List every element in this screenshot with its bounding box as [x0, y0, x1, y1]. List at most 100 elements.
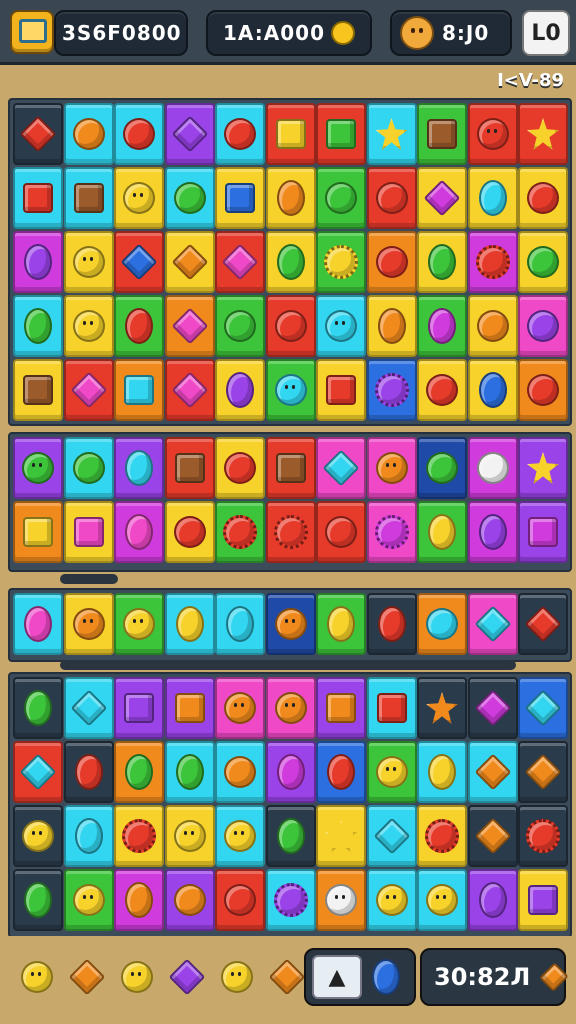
game-tile[interactable] — [265, 231, 316, 293]
game-tile[interactable] — [316, 103, 366, 165]
game-tile[interactable] — [518, 741, 568, 803]
game-tile[interactable] — [265, 167, 316, 229]
game-tile[interactable] — [417, 869, 467, 931]
game-tile[interactable] — [114, 677, 164, 739]
game-tile[interactable] — [63, 501, 114, 563]
game-tile[interactable] — [164, 593, 215, 655]
game-tile[interactable] — [63, 167, 114, 229]
game-tile[interactable] — [467, 295, 518, 357]
game-tile[interactable] — [164, 805, 215, 867]
game-tile[interactable] — [114, 437, 164, 499]
game-tile[interactable] — [518, 501, 568, 563]
game-tile[interactable] — [467, 805, 518, 867]
game-tile[interactable] — [13, 103, 63, 165]
game-tile[interactable] — [518, 167, 568, 229]
game-tile[interactable] — [63, 231, 114, 293]
game-tile[interactable] — [13, 501, 63, 563]
tray-gem[interactable] — [214, 954, 260, 1000]
game-tile[interactable] — [114, 359, 164, 421]
game-tile[interactable] — [164, 359, 215, 421]
game-tile[interactable] — [467, 869, 518, 931]
game-tile[interactable] — [417, 677, 467, 739]
game-tile[interactable] — [366, 677, 417, 739]
game-tile[interactable] — [63, 359, 114, 421]
game-tile[interactable] — [366, 805, 417, 867]
game-tile[interactable] — [265, 103, 316, 165]
game-tile[interactable] — [417, 741, 467, 803]
booster-blue-gem-icon[interactable] — [372, 959, 400, 995]
game-tile[interactable] — [417, 231, 467, 293]
game-tile[interactable] — [215, 359, 265, 421]
game-tile[interactable] — [215, 231, 265, 293]
game-tile[interactable] — [13, 295, 63, 357]
game-tile[interactable] — [215, 103, 265, 165]
game-tile[interactable] — [366, 359, 417, 421]
game-tile[interactable] — [467, 231, 518, 293]
tray-gem[interactable] — [14, 954, 60, 1000]
game-tile[interactable] — [467, 359, 518, 421]
game-tile[interactable] — [265, 677, 316, 739]
game-tile[interactable] — [63, 103, 114, 165]
game-tile[interactable] — [265, 805, 316, 867]
game-tile[interactable] — [63, 741, 114, 803]
game-tile[interactable] — [265, 741, 316, 803]
game-tile[interactable] — [366, 167, 417, 229]
game-tile[interactable] — [63, 593, 114, 655]
game-tile[interactable] — [518, 437, 568, 499]
game-tile[interactable] — [114, 805, 164, 867]
game-tile[interactable] — [63, 869, 114, 931]
game-tile[interactable] — [13, 167, 63, 229]
tray-gem[interactable] — [64, 954, 110, 1000]
game-tile[interactable] — [265, 593, 316, 655]
game-tile[interactable] — [164, 501, 215, 563]
game-tile[interactable] — [316, 677, 366, 739]
game-tile[interactable] — [114, 593, 164, 655]
game-tile[interactable] — [265, 295, 316, 357]
game-tile[interactable] — [63, 805, 114, 867]
game-tile[interactable] — [366, 437, 417, 499]
game-tile[interactable] — [13, 359, 63, 421]
game-tile[interactable] — [164, 869, 215, 931]
game-tile[interactable] — [13, 677, 63, 739]
game-tile[interactable] — [215, 167, 265, 229]
game-tile[interactable] — [114, 501, 164, 563]
game-tile[interactable] — [265, 359, 316, 421]
game-tile[interactable] — [417, 501, 467, 563]
game-tile[interactable] — [316, 231, 366, 293]
game-tile[interactable] — [13, 805, 63, 867]
game-tile[interactable] — [114, 295, 164, 357]
game-tile[interactable] — [518, 295, 568, 357]
game-tile[interactable] — [215, 593, 265, 655]
game-tile[interactable] — [164, 295, 215, 357]
game-tile[interactable] — [316, 869, 366, 931]
game-tile[interactable] — [366, 103, 417, 165]
game-tile[interactable] — [467, 167, 518, 229]
game-tile[interactable] — [417, 805, 467, 867]
game-tile[interactable] — [164, 741, 215, 803]
game-tile[interactable] — [114, 167, 164, 229]
game-tile[interactable] — [13, 869, 63, 931]
game-tile[interactable] — [316, 501, 366, 563]
game-tile[interactable] — [417, 103, 467, 165]
menu-button[interactable] — [10, 10, 54, 54]
game-tile[interactable] — [215, 741, 265, 803]
game-tile[interactable] — [215, 437, 265, 499]
game-tile[interactable] — [417, 359, 467, 421]
game-tile[interactable] — [316, 167, 366, 229]
tray-gem[interactable] — [114, 954, 160, 1000]
game-tile[interactable] — [518, 677, 568, 739]
game-tile[interactable] — [366, 593, 417, 655]
game-tile[interactable] — [13, 437, 63, 499]
game-tile[interactable] — [518, 103, 568, 165]
tray-gem[interactable] — [164, 954, 210, 1000]
game-tile[interactable] — [63, 295, 114, 357]
game-tile[interactable] — [316, 593, 366, 655]
game-tile[interactable] — [114, 869, 164, 931]
game-tile[interactable] — [164, 103, 215, 165]
game-tile[interactable] — [215, 869, 265, 931]
game-tile[interactable] — [316, 295, 366, 357]
booster-a-button[interactable]: ▲ — [312, 955, 362, 999]
game-tile[interactable] — [518, 359, 568, 421]
game-tile[interactable] — [215, 501, 265, 563]
game-tile[interactable] — [366, 869, 417, 931]
